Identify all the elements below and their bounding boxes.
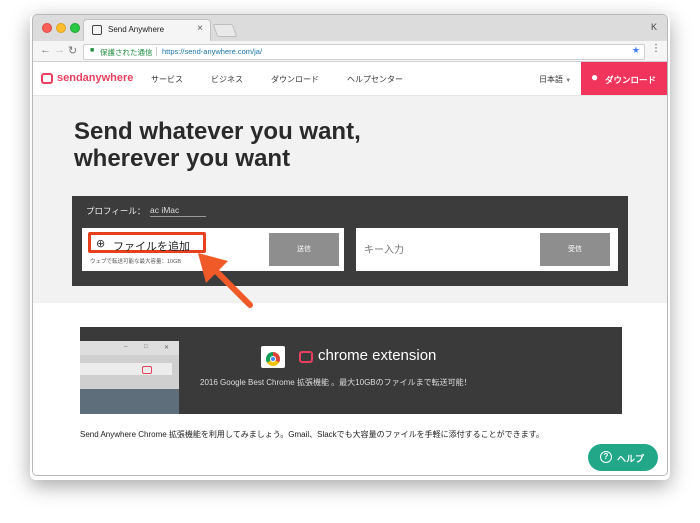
bookmark-star-icon[interactable]: ★ [632, 45, 640, 56]
chrome-web-store-icon [261, 346, 285, 368]
mockup-maximize-icon: □ [144, 344, 148, 350]
nav-services[interactable]: サービス [151, 74, 183, 85]
browser-window: Send Anywhere × K ← → ↻ ■ 保護された通信 https:… [32, 14, 668, 476]
receive-box: 受信 [356, 228, 618, 271]
extension-intro-text: Send Anywhere Chrome 拡張機能を利用してみましょう。Gmai… [80, 430, 544, 439]
site-logo[interactable]: sendanywhere [57, 72, 133, 84]
profile-label: プロフィール： [86, 206, 146, 216]
mockup-extension-icon [142, 366, 152, 374]
transfer-panel: プロフィール： ac iMac ⊕ ファイルを追加 ウェブで転送可能な最大容量：… [72, 196, 628, 286]
mockup-content [80, 389, 179, 414]
minimize-window-button[interactable] [56, 23, 66, 33]
nav-download[interactable]: ダウンロード [271, 74, 319, 85]
forward-arrow-icon[interactable]: → [54, 44, 65, 56]
tab-title: Send Anywhere [108, 25, 165, 34]
tab-close-icon[interactable]: × [197, 23, 203, 34]
lock-icon: ■ [90, 47, 95, 54]
headline-line-2: wherever you want [74, 145, 291, 172]
browser-toolbar: ← → ↻ ■ 保護された通信 https://send-anywhere.co… [33, 41, 667, 62]
help-button[interactable]: ? ヘルプ [588, 444, 658, 471]
mockup-close-icon: ✕ [164, 345, 170, 351]
sendanywhere-extension-icon [299, 351, 313, 363]
key-input[interactable] [362, 233, 538, 268]
apple-icon: ● [591, 70, 599, 84]
profile-name-field[interactable]: ac iMac [150, 205, 206, 217]
nav-business[interactable]: ビジネス [211, 74, 243, 85]
language-label: 日本語 [539, 75, 563, 84]
tab-strip: Send Anywhere × K [33, 15, 667, 42]
extension-subtitle: 2016 Google Best Chrome 拡張機能 。最大10GBのファイ… [200, 378, 472, 387]
download-button[interactable]: ● ダウンロード [581, 62, 667, 95]
chevron-down-icon: ▼ [565, 78, 572, 84]
logo-text: sendanywhere [57, 72, 134, 84]
receive-button[interactable]: 受信 [540, 233, 610, 266]
browser-menu-icon[interactable]: ⋮ [651, 43, 661, 54]
mockup-titlebar: – □ ✕ [80, 341, 179, 355]
back-arrow-icon[interactable]: ← [40, 44, 51, 56]
secure-label: 保護された通信 [100, 48, 153, 57]
chrome-extension-banner[interactable]: – □ ✕ chrome extension 2016 Google Best … [80, 327, 622, 414]
address-divider [156, 47, 157, 56]
close-window-button[interactable] [42, 23, 52, 33]
url-text[interactable]: https://send-anywhere.com/ja/ [162, 47, 262, 56]
tab-send-anywhere[interactable]: Send Anywhere × [83, 19, 211, 41]
favicon-icon [92, 25, 102, 35]
add-files-label: ファイルを追加 [113, 241, 190, 253]
nav-help-center[interactable]: ヘルプセンター [347, 74, 403, 85]
headline-line-1: Send whatever you want, [74, 118, 361, 145]
main-content: – □ ✕ chrome extension 2016 Google Best … [33, 303, 667, 475]
size-limit-text: ウェブで転送可能な最大容量：10GB [90, 259, 182, 265]
page-headline: Send whatever you want, wherever you wan… [74, 118, 474, 172]
send-button[interactable]: 送信 [269, 233, 339, 266]
browser-mockup-image: – □ ✕ [80, 341, 179, 414]
download-button-label: ダウンロード [605, 75, 657, 85]
language-selector[interactable]: 日本語 ▼ [539, 74, 571, 85]
question-icon: ? [600, 451, 612, 463]
zoom-window-button[interactable] [70, 23, 80, 33]
site-header: sendanywhere サービス ビジネス ダウンロード ヘルプセンター 日本… [33, 62, 667, 96]
mockup-address-row [80, 363, 172, 375]
add-files-button[interactable]: ⊕ ファイルを追加 [88, 232, 206, 253]
sendanywhere-logo-icon[interactable] [41, 73, 53, 84]
hero-section: Send whatever you want, wherever you wan… [33, 96, 667, 302]
new-tab-button[interactable] [212, 24, 238, 37]
chrome-logo-center [270, 356, 276, 362]
extension-title: chrome extension [318, 347, 437, 364]
plus-circle-icon: ⊕ [96, 238, 106, 250]
annotation-arrow-icon [198, 253, 253, 308]
help-button-label: ヘルプ [617, 454, 645, 464]
profile-button[interactable]: K [651, 22, 657, 32]
address-bar[interactable]: ■ 保護された通信 https://send-anywhere.com/ja/ … [83, 44, 645, 60]
reload-icon[interactable]: ↻ [68, 44, 77, 57]
mockup-minimize-icon: – [124, 344, 128, 350]
